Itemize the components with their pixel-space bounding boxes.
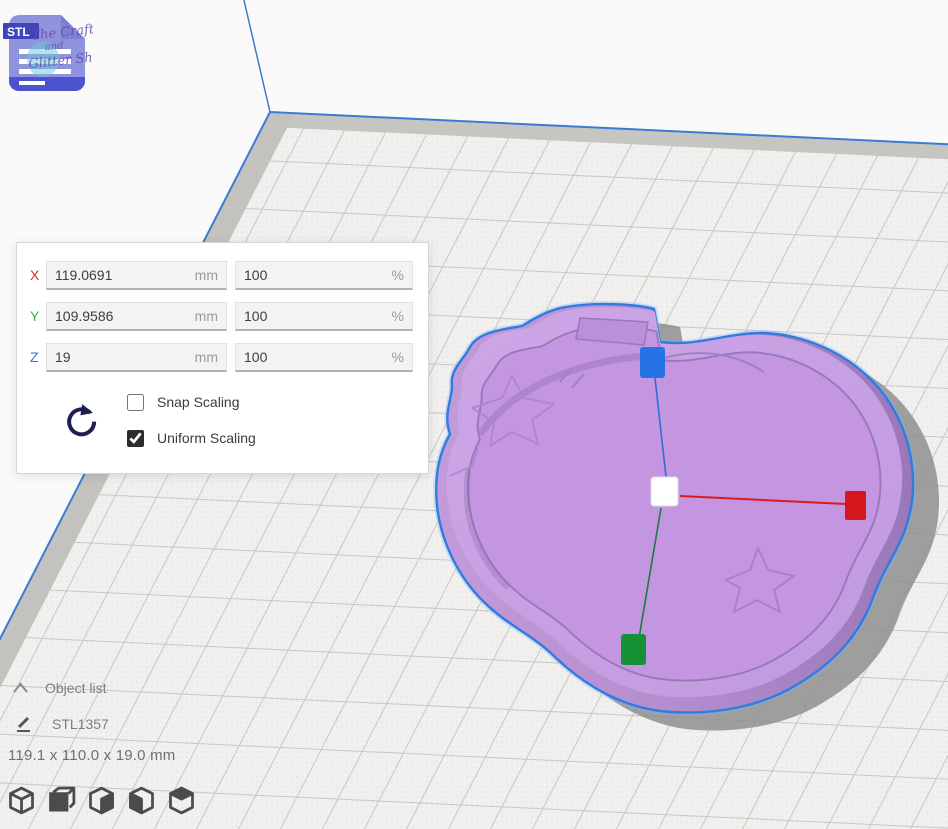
scale-row-y: Y mm % <box>17 302 428 332</box>
x-percent-input[interactable] <box>236 267 392 283</box>
chevron-up-icon[interactable] <box>12 682 29 694</box>
reset-scale-button[interactable] <box>61 401 101 441</box>
application-window: STL The Crafts and Glitter Shop X mm % Y… <box>0 0 948 829</box>
x-axis-label: X <box>30 267 39 283</box>
uniform-scaling-checkbox[interactable] <box>127 430 144 447</box>
snap-scaling-checkbox[interactable] <box>127 394 144 411</box>
view-top-button[interactable] <box>165 784 198 817</box>
y-size-field: mm <box>46 302 227 331</box>
uniform-scaling-row: Uniform Scaling <box>127 427 256 449</box>
scale-handle-center[interactable] <box>651 477 678 506</box>
x-size-field: mm <box>46 261 227 290</box>
x-size-unit: mm <box>195 267 226 283</box>
z-size-input[interactable] <box>47 349 195 365</box>
cube-top-icon <box>165 784 198 817</box>
z-axis-label: Z <box>30 349 39 365</box>
view-left-button[interactable] <box>125 784 158 817</box>
x-size-input[interactable] <box>47 267 195 283</box>
scale-handle-y[interactable] <box>621 634 646 665</box>
watermark-line-2: and <box>44 40 64 53</box>
z-percent-field: % <box>235 343 413 372</box>
scale-row-x: X mm % <box>17 261 428 291</box>
z-percent-input[interactable] <box>236 349 392 365</box>
reset-rotate-ccw-icon <box>61 401 101 441</box>
z-size-unit: mm <box>195 349 226 365</box>
stl-label: STL <box>7 25 30 39</box>
y-percent-field: % <box>235 302 413 331</box>
scale-handle-x[interactable] <box>845 491 866 520</box>
scale-handle-z[interactable] <box>640 347 665 378</box>
object-dimensions: 119.1 x 110.0 x 19.0 mm <box>8 747 175 764</box>
scale-row-z: Z mm % <box>17 343 428 373</box>
y-size-unit: mm <box>195 308 226 324</box>
z-percent-unit: % <box>392 349 412 365</box>
y-percent-input[interactable] <box>236 308 392 324</box>
uniform-scaling-label[interactable]: Uniform Scaling <box>157 430 256 446</box>
y-axis-label: Y <box>30 308 39 324</box>
x-percent-unit: % <box>392 267 412 283</box>
camera-view-toolbar <box>5 784 198 817</box>
cube-left-icon <box>125 784 158 817</box>
stl-file-badge: STL The Crafts and Glitter Shop <box>3 5 93 97</box>
view-3d-button[interactable] <box>5 784 38 817</box>
object-list-toggle[interactable]: Object list <box>45 680 106 696</box>
snap-scaling-label[interactable]: Snap Scaling <box>157 394 240 410</box>
object-name[interactable]: STL1357 <box>52 716 109 732</box>
snap-scaling-row: Snap Scaling <box>127 391 240 413</box>
cube-3d-icon <box>5 784 38 817</box>
cube-front-icon <box>45 784 78 817</box>
edit-pencil-icon[interactable] <box>14 714 34 734</box>
y-percent-unit: % <box>392 308 412 324</box>
x-percent-field: % <box>235 261 413 290</box>
cube-right-icon <box>85 784 118 817</box>
z-size-field: mm <box>46 343 227 372</box>
scale-tool-panel: X mm % Y mm % Z mm <box>16 242 429 474</box>
y-size-input[interactable] <box>47 308 195 324</box>
view-right-button[interactable] <box>85 784 118 817</box>
view-front-button[interactable] <box>45 784 78 817</box>
